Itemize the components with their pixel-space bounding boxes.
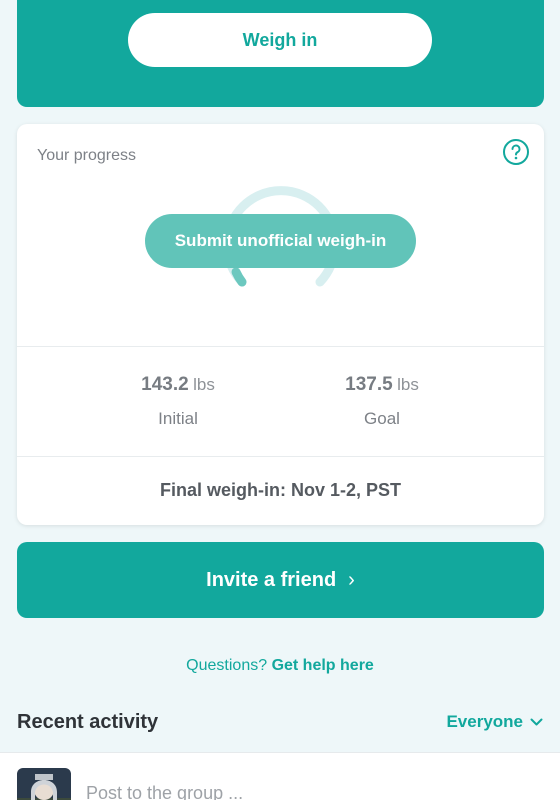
- get-help-link[interactable]: Get help here: [272, 657, 374, 674]
- post-to-group-input[interactable]: [86, 783, 526, 800]
- divider: [17, 346, 544, 347]
- goal-weight-value-row: 137.5 lbs: [302, 374, 462, 396]
- initial-weight-label: Initial: [158, 409, 198, 428]
- submit-unofficial-weigh-in-button[interactable]: Submit unofficial weigh-in: [145, 214, 416, 268]
- invite-friend-label: Invite a friend: [206, 568, 337, 591]
- avatar[interactable]: [17, 768, 71, 800]
- chevron-right-icon: ›: [348, 568, 355, 591]
- submit-unofficial-label: Submit unofficial weigh-in: [174, 231, 387, 250]
- goal-weight-unit: lbs: [397, 375, 419, 394]
- weigh-in-label: Weigh in: [242, 29, 318, 50]
- card-title: Your progress: [37, 147, 137, 164]
- goal-weight-stat: 137.5 lbs Goal: [302, 374, 462, 429]
- final-weigh-in-date: Final weigh-in: Nov 1-2, PST: [159, 480, 402, 500]
- goal-weight-value: 137.5: [345, 374, 393, 395]
- questions-text: Questions?: [186, 657, 268, 674]
- weigh-in-button[interactable]: Weigh in: [128, 13, 432, 67]
- progress-card: Your progress Submit unofficial weigh-in…: [17, 124, 544, 525]
- initial-weight-stat: 143.2 lbs Initial: [98, 374, 258, 429]
- chevron-down-icon: [530, 718, 543, 725]
- help-line: Questions? Get help here: [0, 657, 560, 675]
- invite-friend-button[interactable]: Invite a friend ›: [17, 542, 544, 618]
- audience-filter-label: Everyone: [446, 712, 523, 731]
- initial-weight-value-row: 143.2 lbs: [98, 374, 258, 396]
- hero-banner: Weigh in: [17, 0, 544, 107]
- initial-weight-value: 143.2: [141, 374, 189, 395]
- audience-filter-dropdown[interactable]: Everyone: [446, 712, 543, 732]
- recent-activity-title: Recent activity: [17, 711, 159, 733]
- divider: [17, 456, 544, 457]
- initial-weight-unit: lbs: [193, 375, 215, 394]
- help-icon[interactable]: [502, 138, 530, 166]
- post-composer: [0, 752, 560, 800]
- goal-weight-label: Goal: [364, 409, 400, 428]
